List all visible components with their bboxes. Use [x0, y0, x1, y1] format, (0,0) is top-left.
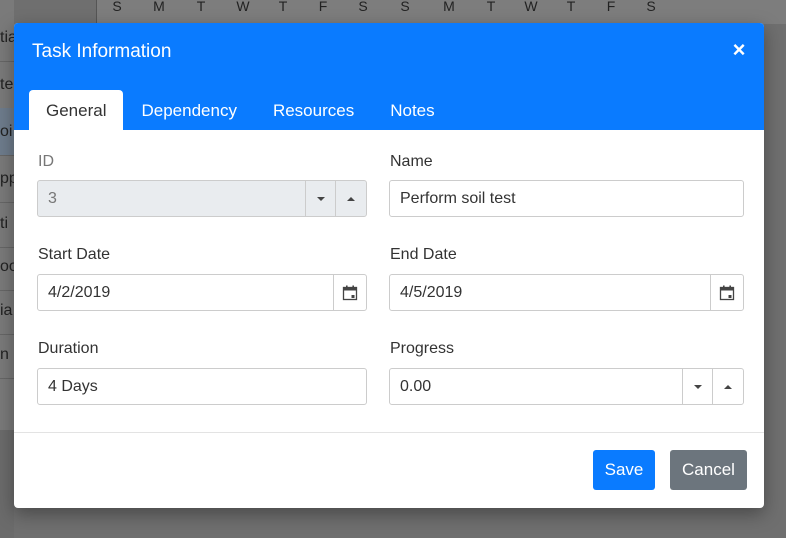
- name-input[interactable]: Perform soil test: [389, 180, 744, 217]
- background-task-cell: n a: [0, 331, 14, 379]
- background-task-cell: te: [0, 61, 14, 109]
- tab-resources[interactable]: Resources: [255, 90, 372, 130]
- end-date-label: End Date: [390, 246, 457, 263]
- progress-spin-down[interactable]: [682, 369, 713, 404]
- background-day-label: S: [112, 0, 122, 14]
- id-numeric-field: 3: [37, 180, 367, 217]
- tab-general[interactable]: General: [29, 90, 124, 130]
- save-button[interactable]: Save: [593, 450, 655, 490]
- duration-label: Duration: [38, 340, 99, 357]
- background-day-label: S: [646, 0, 656, 14]
- background-day-label: S: [400, 0, 410, 14]
- progress-spin-up[interactable]: [712, 369, 743, 404]
- task-information-dialog: Task Information × General Dependency Re…: [14, 23, 764, 508]
- start-date-value: 4/2/2019: [48, 284, 111, 301]
- background-day-label: T: [486, 0, 496, 14]
- name-label: Name: [390, 153, 433, 170]
- background-task-cell: ti: [0, 200, 14, 248]
- background-task-cell: oi: [0, 108, 14, 156]
- name-value: Perform soil test: [400, 190, 516, 207]
- background-task-cell: oo: [0, 243, 14, 291]
- calendar-icon[interactable]: [333, 275, 366, 310]
- background-task-cell: pp: [0, 155, 14, 203]
- dialog-title: Task Information: [32, 41, 172, 62]
- chevron-up-icon: [347, 196, 355, 201]
- cancel-button[interactable]: Cancel: [670, 450, 747, 490]
- background-task-cell: tia: [0, 14, 14, 62]
- tab-notes[interactable]: Notes: [372, 90, 452, 130]
- dialog-tabs: General Dependency Resources Notes: [29, 90, 453, 130]
- chevron-down-icon: [317, 196, 325, 201]
- end-date-picker[interactable]: 4/5/2019: [389, 274, 744, 311]
- id-spin-up: [335, 181, 366, 216]
- background-day-header: S M T W T F S S M T W T F S: [97, 0, 786, 24]
- start-date-label: Start Date: [38, 246, 111, 263]
- background-day-label: F: [606, 0, 616, 14]
- background-day-label: T: [566, 0, 576, 14]
- background-day-label: T: [278, 0, 288, 14]
- duration-value: 4 Days: [48, 378, 98, 395]
- footer-divider: [14, 432, 764, 433]
- close-icon[interactable]: ×: [730, 39, 748, 61]
- chevron-down-icon: [694, 384, 702, 389]
- start-date-picker[interactable]: 4/2/2019: [37, 274, 367, 311]
- background-day-label: M: [443, 0, 455, 14]
- background-day-label: T: [196, 0, 206, 14]
- duration-input[interactable]: 4 Days: [37, 368, 367, 405]
- progress-label: Progress: [390, 340, 455, 357]
- id-label: ID: [38, 153, 54, 170]
- end-date-value: 4/5/2019: [400, 284, 463, 301]
- dialog-header: Task Information × General Dependency Re…: [14, 23, 764, 130]
- background-day-label: W: [524, 0, 538, 14]
- background-day-label: S: [358, 0, 368, 14]
- progress-numeric-field[interactable]: 0.00: [389, 368, 744, 405]
- id-value: 3: [48, 190, 57, 207]
- background-day-label: M: [153, 0, 165, 14]
- id-spin-down: [305, 181, 336, 216]
- background-day-label: F: [318, 0, 328, 14]
- background-footer: [0, 430, 14, 538]
- background-day-label: W: [236, 0, 250, 14]
- chevron-up-icon: [724, 384, 732, 389]
- background-task-cell: ia: [0, 287, 14, 335]
- tab-dependency[interactable]: Dependency: [123, 90, 254, 130]
- calendar-icon[interactable]: [710, 275, 743, 310]
- progress-value: 0.00: [400, 378, 432, 395]
